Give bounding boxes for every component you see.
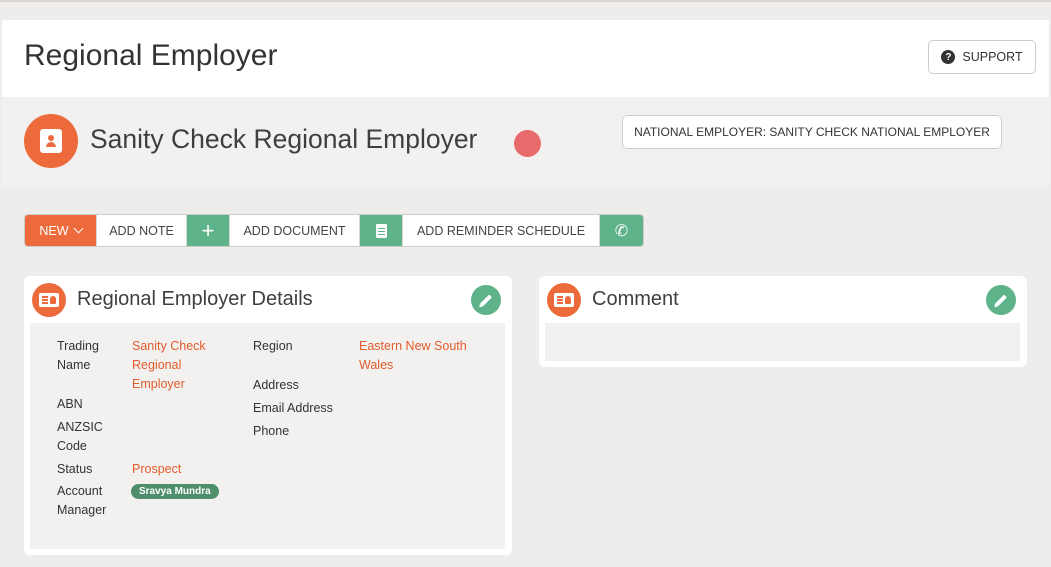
employer-avatar-icon <box>24 114 78 168</box>
region-value-2[interactable]: Wales <box>359 356 393 375</box>
entity-name: Sanity Check Regional Employer <box>90 124 478 154</box>
edit-comment-button[interactable] <box>986 285 1016 315</box>
status-indicator <box>514 130 541 157</box>
add-reminder-schedule-button[interactable]: ADD REMINDER SCHEDULE <box>403 215 600 246</box>
status-value[interactable]: Prospect <box>132 460 181 479</box>
abn-label: ABN <box>57 397 83 411</box>
pencil-icon <box>479 293 493 307</box>
support-label: SUPPORT <box>962 50 1023 64</box>
region-label: Region <box>253 339 293 353</box>
id-card-icon <box>32 283 66 317</box>
account-manager-label-2: Manager <box>57 503 107 517</box>
comment-card: Comment <box>539 276 1027 367</box>
region-value-1[interactable]: Eastern New South <box>359 337 467 356</box>
email-label: Email Address <box>253 401 333 415</box>
id-card-icon <box>547 283 581 317</box>
comment-title: Comment <box>592 288 679 310</box>
plus-icon[interactable]: + <box>187 215 230 246</box>
page-title: Regional Employer <box>24 39 278 72</box>
document-icon[interactable] <box>360 215 403 246</box>
action-toolbar: NEW ADD NOTE + ADD DOCUMENT ADD REMINDER… <box>24 214 644 247</box>
phone-label: Phone <box>253 424 290 438</box>
new-dropdown-button[interactable]: NEW <box>25 215 97 246</box>
anzsic-label-1: ANZSIC <box>57 420 103 434</box>
trading-name-value-3[interactable]: Employer <box>132 375 185 394</box>
top-border <box>0 0 1051 2</box>
new-label: NEW <box>39 223 69 238</box>
national-employer-link[interactable]: NATIONAL EMPLOYER: SANITY CHECK NATIONAL… <box>622 115 1002 149</box>
address-label: Address <box>253 378 299 392</box>
page-header: Regional Employer ? SUPPORT <box>2 20 1049 97</box>
details-card: Regional Employer Details Trading Name S… <box>24 276 512 555</box>
add-note-button[interactable]: ADD NOTE <box>97 215 187 246</box>
pencil-icon <box>994 293 1008 307</box>
anzsic-label-2: Code <box>57 439 87 453</box>
details-title: Regional Employer Details <box>77 288 313 310</box>
trading-name-value-2[interactable]: Regional <box>132 356 181 375</box>
add-document-button[interactable]: ADD DOCUMENT <box>230 215 360 246</box>
account-manager-badge[interactable]: Sravya Mundra <box>131 484 219 499</box>
details-body: Trading Name Sanity Check Regional Emplo… <box>30 323 505 549</box>
trading-name-value-1[interactable]: Sanity Check <box>132 337 206 356</box>
account-manager-label-1: Account <box>57 484 103 498</box>
question-circle-icon: ? <box>941 50 956 64</box>
support-button[interactable]: ? SUPPORT <box>928 40 1036 74</box>
status-label: Status <box>57 462 93 476</box>
comment-body <box>545 323 1020 361</box>
trading-name-label-1: Trading <box>57 339 99 353</box>
entity-banner: Sanity Check Regional Employer NATIONAL … <box>2 97 1049 186</box>
chevron-down-icon <box>73 223 84 234</box>
edit-details-button[interactable] <box>471 285 501 315</box>
phone-icon[interactable]: ✆ <box>600 215 643 246</box>
trading-name-label-2: Name <box>57 358 91 372</box>
